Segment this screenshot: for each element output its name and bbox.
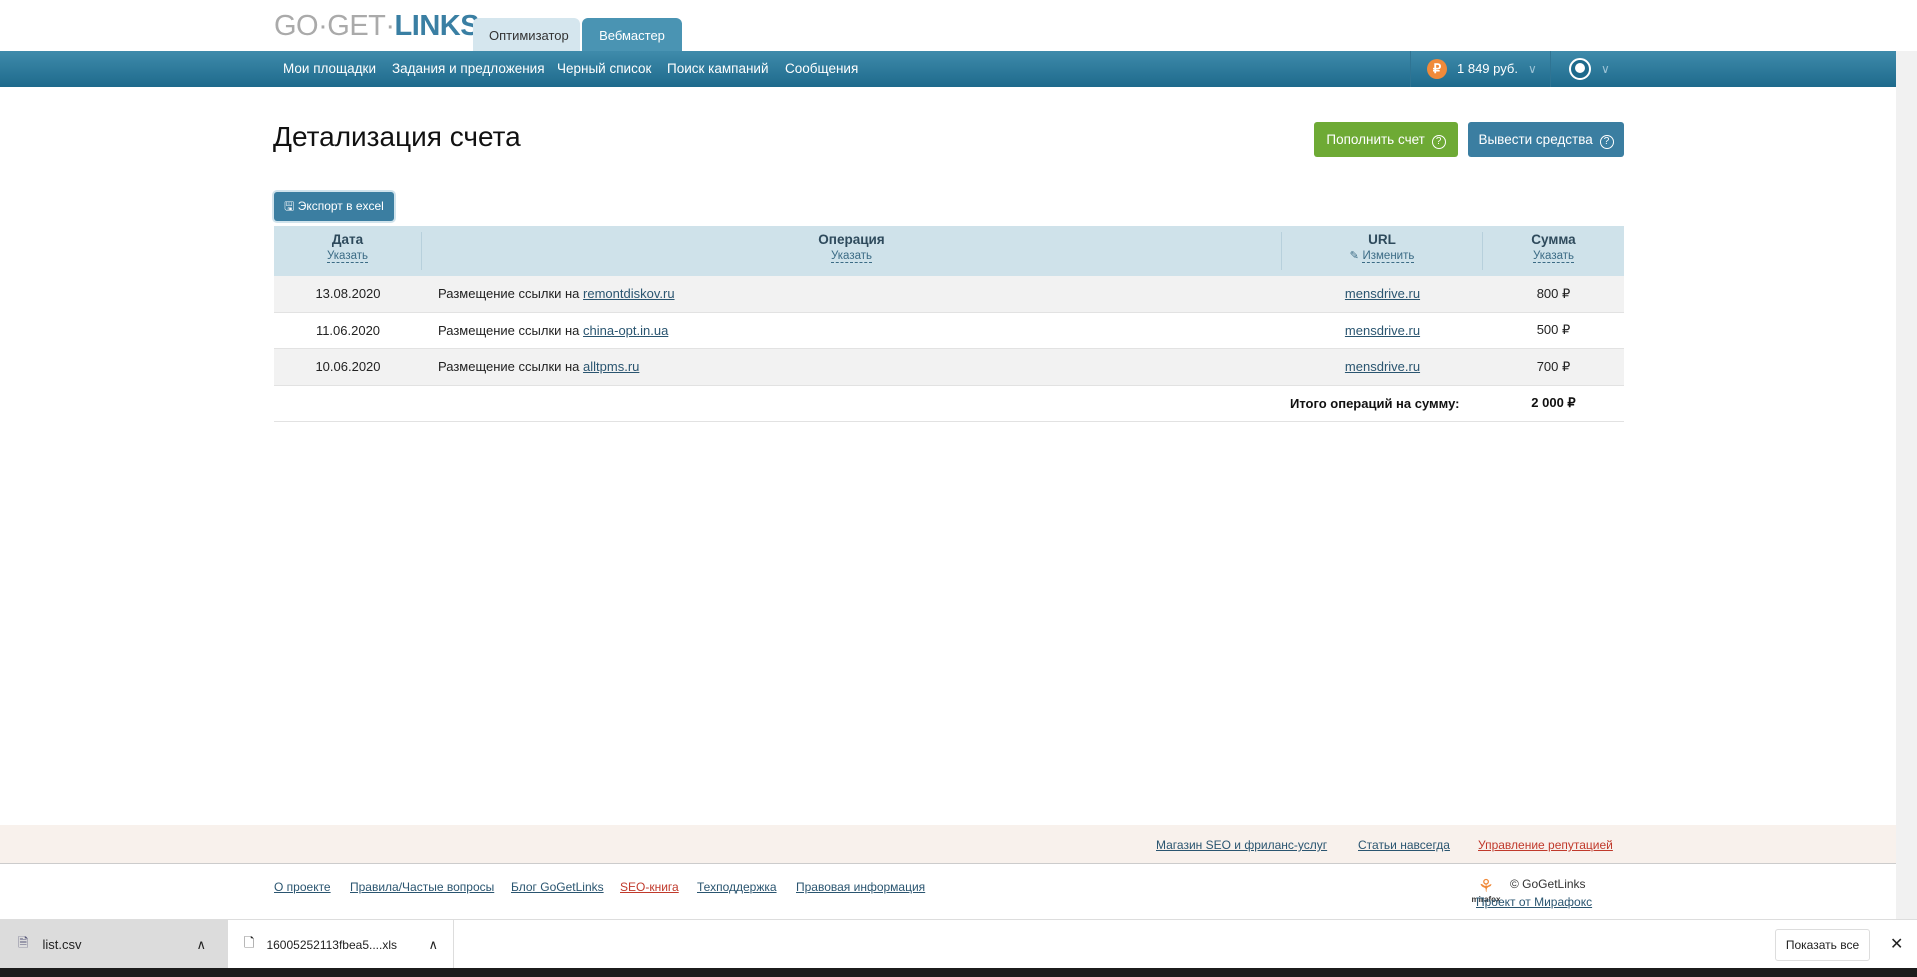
withdraw-button[interactable]: Вывести средства ? xyxy=(1468,122,1624,157)
download-item[interactable]: 🗎 list.csv ∧ xyxy=(0,920,228,969)
footer-link-seo-shop[interactable]: Магазин SEO и фриланс-услуг xyxy=(1156,838,1327,852)
scrollbar[interactable] xyxy=(1896,51,1917,919)
row-operation: Размещение ссылки на china-opt.in.ua xyxy=(438,322,669,338)
url-link[interactable]: mensdrive.ru xyxy=(1345,359,1420,374)
total-label: Итого операций на сумму: xyxy=(1290,395,1460,411)
user-avatar-icon xyxy=(1569,58,1591,80)
download-bar: 🗎 list.csv ∧ 🗋 16005252113fbea5....xls ∧ Пок… xyxy=(0,919,1917,969)
footer-link-reputation[interactable]: Управление репутацией xyxy=(1478,838,1613,852)
footer-link-about[interactable]: О проекте xyxy=(274,880,331,894)
show-all-button[interactable]: Показать все xyxy=(1775,929,1870,961)
total-value: 2 000 ₽ xyxy=(1531,395,1576,411)
table-header: Дата Указать Операция Указать URL ✎ Изменит… xyxy=(274,226,1624,276)
date-filter-link[interactable]: Указать xyxy=(326,250,368,263)
nav-campaign-search[interactable]: Поиск кампаний xyxy=(667,51,769,87)
copyright: © GoGetLinks xyxy=(1510,877,1586,891)
close-icon[interactable]: ✕ xyxy=(1890,934,1903,954)
footer-link-blog[interactable]: Блог GoGetLinks xyxy=(511,880,604,894)
col-operation: Операция xyxy=(818,232,885,247)
url-link[interactable]: mensdrive.ru xyxy=(1345,286,1420,301)
csv-file-icon: 🗎 xyxy=(18,934,29,950)
row-sum: 500 ₽ xyxy=(1536,322,1571,338)
nav-messages[interactable]: Сообщения xyxy=(785,51,858,87)
footer-link-rules[interactable]: Правила/Частые вопросы xyxy=(350,880,494,894)
chevron-down-icon: ∨ xyxy=(1527,62,1537,76)
taskbar xyxy=(0,968,1917,977)
footer-link-seo-book[interactable]: SEO-книга xyxy=(620,880,679,894)
site-link[interactable]: remontdiskov.ru xyxy=(583,286,675,301)
row-operation: Размещение ссылки на alltpms.ru xyxy=(438,359,640,375)
nav-my-sites[interactable]: Мои площадки xyxy=(283,51,376,87)
row-sum: 700 ₽ xyxy=(1536,358,1571,374)
page-title: Детализация счета xyxy=(273,121,521,152)
col-date: Дата xyxy=(331,232,364,247)
pencil-icon: ✎ xyxy=(1349,250,1359,262)
row-sum: 800 ₽ xyxy=(1536,285,1571,301)
help-icon: ? xyxy=(1599,135,1614,149)
footer-link-articles[interactable]: Статьи навсегда xyxy=(1358,838,1450,852)
user-menu[interactable]: ∨ xyxy=(1550,51,1610,87)
total-row: Итого операций на сумму: 2 000 ₽ xyxy=(274,386,1624,422)
balance-dropdown[interactable]: ₽ 1 849 руб. ∨ xyxy=(1410,51,1537,87)
footer-top: Магазин SEO и фриланс-услуг Статьи навсе… xyxy=(0,825,1896,864)
chevron-down-icon: ∨ xyxy=(1601,62,1610,76)
table-row: 11.06.2020 Размещение ссылки на china-op… xyxy=(274,313,1624,349)
save-icon: 🖫 xyxy=(284,199,295,213)
main-nav: Мои площадки Задания и предложения Черны… xyxy=(0,51,1896,87)
table-row: 10.06.2020 Размещение ссылки на alltpms.… xyxy=(274,349,1624,386)
site-link[interactable]: china-opt.in.ua xyxy=(583,323,668,338)
transactions-table: Дата Указать Операция Указать URL ✎ Изменит… xyxy=(274,226,1624,422)
nav-tasks[interactable]: Задания и предложения xyxy=(392,51,545,87)
site-link[interactable]: alltpms.ru xyxy=(583,359,639,374)
footer-link-legal[interactable]: Правовая информация xyxy=(796,880,925,894)
ruble-icon: ₽ xyxy=(1427,59,1447,79)
table-row: 13.08.2020 Размещение ссылки на remontdi… xyxy=(274,276,1624,313)
row-date: 13.08.2020 xyxy=(315,286,381,302)
file-icon: 🗋 xyxy=(244,934,255,950)
url-change-link[interactable]: Изменить xyxy=(1362,250,1415,263)
col-sum: Сумма xyxy=(1531,232,1576,247)
logo[interactable]: GO·GET·LINKS xyxy=(274,10,480,43)
topup-button[interactable]: Пополнить счет ? xyxy=(1314,122,1458,157)
chevron-up-icon[interactable]: ∧ xyxy=(428,937,438,953)
operation-filter-link[interactable]: Указать xyxy=(830,250,872,263)
chevron-up-icon[interactable]: ∧ xyxy=(196,937,206,953)
export-excel-button[interactable]: 🖫 Экспорт в excel xyxy=(274,192,394,221)
download-item[interactable]: 🗋 16005252113fbea5....xls ∧ xyxy=(228,920,454,969)
help-icon: ? xyxy=(1431,135,1446,149)
col-url: URL xyxy=(1368,232,1396,247)
tab-webmaster[interactable]: Вебмастер xyxy=(582,18,682,51)
footer-link-support[interactable]: Техподдержка xyxy=(697,880,777,894)
row-date: 10.06.2020 xyxy=(315,359,381,375)
url-link[interactable]: mensdrive.ru xyxy=(1345,323,1420,338)
tab-optimizer[interactable]: Оптимизатор xyxy=(473,18,580,51)
nav-blacklist[interactable]: Черный список xyxy=(557,51,651,87)
row-date: 11.06.2020 xyxy=(315,322,381,338)
mirafox-project-link[interactable]: Проект от Мирафокс xyxy=(1476,895,1592,909)
sum-filter-link[interactable]: Указать xyxy=(1532,250,1574,263)
row-operation: Размещение ссылки на remontdiskov.ru xyxy=(438,286,675,302)
balance-value: 1 849 руб. xyxy=(1457,61,1518,76)
